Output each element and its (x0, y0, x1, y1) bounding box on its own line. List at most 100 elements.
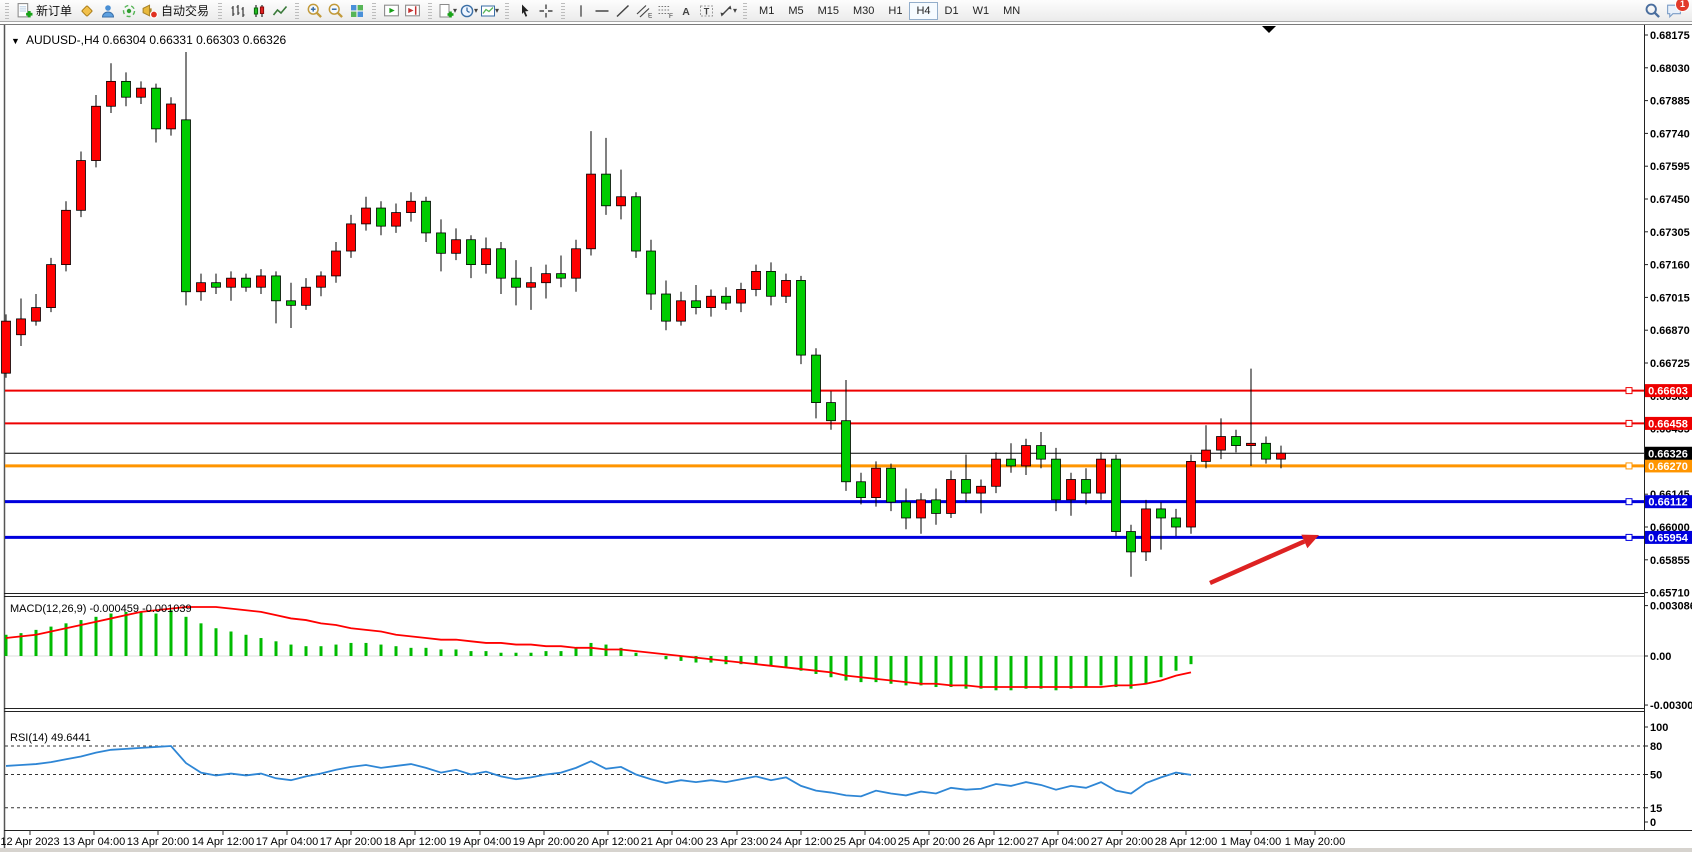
bar-chart-icon (230, 3, 246, 19)
rsi-tick-label: 50 (1650, 770, 1662, 782)
date-label: 27 Apr 04:00 (1027, 836, 1089, 848)
timeframe-button-M1[interactable]: M1 (752, 2, 781, 20)
candle-body-bear (1082, 480, 1091, 494)
chart-shift-button[interactable] (402, 1, 423, 21)
trend-arrow[interactable] (1210, 541, 1304, 583)
candle-body-bull (482, 249, 491, 265)
arrows-dropdown[interactable]: ▾ (717, 1, 738, 21)
autotrading-button[interactable] (139, 1, 160, 21)
date-label: 1 May 04:00 (1221, 836, 1282, 848)
candle-body-bull (707, 296, 716, 307)
candle-body-bear (1262, 443, 1271, 459)
candle-body-bull (1247, 443, 1256, 445)
toolbar-separator (372, 3, 376, 19)
candle-body-bear (1052, 459, 1061, 500)
timeframe-button-M30[interactable]: M30 (846, 2, 881, 20)
signals-icon (121, 3, 137, 19)
line-price-box-label: 0.65954 (1648, 532, 1689, 544)
candle-body-bull (677, 301, 686, 321)
line-handle-0.66270[interactable] (1626, 463, 1632, 469)
toolbar-drag-handle[interactable] (5, 3, 9, 19)
vertical-line-icon (574, 3, 588, 19)
timeframe-button-M5[interactable]: M5 (781, 2, 810, 20)
price-tick-label: 0.65710 (1650, 588, 1690, 600)
candle-body-bull (1142, 509, 1151, 552)
candle-body-bear (122, 81, 131, 97)
fibonacci-button[interactable]: F (654, 1, 675, 21)
candle-body-bear (797, 280, 806, 355)
rsi-label: RSI(14) 49.6441 (10, 732, 91, 744)
new-order-label[interactable]: 新订单 (35, 2, 76, 19)
macd-tick-label: -0.003003 (1650, 700, 1692, 712)
crosshair-button[interactable] (535, 1, 556, 21)
zoom-out-button[interactable] (325, 1, 346, 21)
svg-text:T: T (704, 6, 710, 16)
line-handle-0.66458[interactable] (1626, 420, 1632, 426)
template-dropdown[interactable]: ▾ (479, 1, 500, 21)
signals-button[interactable] (118, 1, 139, 21)
candle-body-bear (1232, 437, 1241, 446)
price-tick-label: 0.68175 (1650, 30, 1690, 42)
horizontal-line-button[interactable] (591, 1, 612, 21)
line-chart-icon (272, 3, 288, 19)
toolbar-group-timeframes: M1M5M15M30H1H4D1W1MN (750, 0, 1029, 22)
vertical-line-button[interactable] (570, 1, 591, 21)
new-order-button[interactable] (14, 1, 35, 21)
candle-body-bear (1157, 509, 1166, 518)
toolbar-separator (561, 3, 565, 19)
line-chart-button[interactable] (269, 1, 290, 21)
macd-tick-label: 0.00 (1650, 651, 1671, 663)
zoom-in-button[interactable] (304, 1, 325, 21)
bar-chart-button[interactable] (227, 1, 248, 21)
toolbar-group-pointer (512, 0, 558, 22)
timeframe-button-D1[interactable]: D1 (938, 2, 966, 20)
line-handle-0.66112[interactable] (1626, 499, 1632, 505)
text-icon: A (679, 3, 693, 19)
candle-body-bull (737, 289, 746, 303)
timeframe-button-H1[interactable]: H1 (881, 2, 909, 20)
period-clock-dropdown[interactable]: ▾ (458, 1, 479, 21)
timeframe-button-W1[interactable]: W1 (966, 2, 997, 20)
chart-menu-icon[interactable]: ▼ (11, 36, 20, 46)
candle-body-bear (512, 278, 521, 287)
candle-body-bull (392, 213, 401, 227)
notifications-button[interactable]: 1 (1663, 1, 1684, 21)
price-tick-label: 0.65855 (1650, 555, 1690, 567)
toolbar-separator (505, 3, 509, 19)
notification-count-badge[interactable]: 1 (1675, 0, 1690, 12)
candle-body-bear (932, 500, 941, 514)
chart-area[interactable]: 0.681750.680300.678850.677400.675950.674… (0, 22, 1692, 852)
auto-scroll-button[interactable] (381, 1, 402, 21)
shift-marker-icon[interactable] (1262, 26, 1276, 33)
text-label-button[interactable]: T (696, 1, 717, 21)
candle-body-bear (152, 88, 161, 129)
cursor-button[interactable] (514, 1, 535, 21)
timeframe-button-H4[interactable]: H4 (909, 2, 937, 20)
autotrading-label[interactable]: 自动交易 (160, 2, 213, 19)
new-chart-dropdown[interactable]: ▾ (437, 1, 458, 21)
line-handle-0.65954[interactable] (1626, 534, 1632, 540)
candle-body-bear (812, 355, 821, 403)
macd-label: MACD(12,26,9) -0.000459 -0.001039 (10, 603, 192, 615)
candlestick-chart-button[interactable] (248, 1, 269, 21)
price-tick-label: 0.67450 (1650, 194, 1690, 206)
trendline-button[interactable] (612, 1, 633, 21)
timeframe-button-M15[interactable]: M15 (811, 2, 846, 20)
tile-windows-button[interactable] (346, 1, 367, 21)
community-button[interactable] (97, 1, 118, 21)
equidistant-channel-icon: E (635, 3, 652, 19)
candle-body-bear (722, 296, 731, 303)
price-tick-label: 0.67305 (1650, 227, 1690, 239)
metaeditor-button[interactable] (76, 1, 97, 21)
candle-body-bull (572, 249, 581, 278)
line-handle-0.66603[interactable] (1626, 388, 1632, 394)
candle-body-bull (32, 308, 41, 322)
text-button[interactable]: A (675, 1, 696, 21)
candle-body-bull (167, 104, 176, 129)
text-label-icon: T (698, 3, 715, 19)
timeframe-button-MN[interactable]: MN (996, 2, 1027, 20)
line-price-box-label: 0.66270 (1648, 461, 1688, 473)
chevron-down-icon: ▾ (453, 6, 457, 15)
equidistant-channel-button[interactable]: E (633, 1, 654, 21)
search-button[interactable] (1642, 1, 1663, 21)
